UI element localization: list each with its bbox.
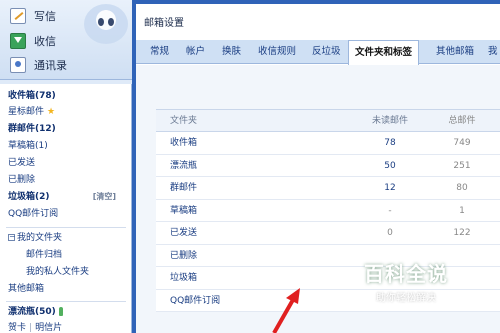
compose-label: 写信 [34, 10, 56, 23]
table-row: 草稿箱 - 1 [156, 200, 500, 222]
receive-mail-button[interactable]: 收信 [10, 31, 56, 51]
row-folder-name[interactable]: 收件箱 [170, 132, 197, 154]
row-folder-name[interactable]: 垃圾箱 [170, 267, 197, 289]
table-row: 收件箱 78 749 [156, 132, 500, 155]
row-unread[interactable]: 12 [370, 177, 410, 199]
folder-sent[interactable]: 已发送 [8, 155, 35, 171]
row-folder-name[interactable]: 群邮件 [170, 177, 197, 199]
table-header: 文件夹 未读邮件 总邮件 [156, 110, 500, 132]
compose-button[interactable]: 写信 [10, 6, 56, 26]
contacts-icon [10, 57, 26, 73]
pointer-arrow-icon [272, 288, 300, 333]
mascot-logo-icon [84, 4, 128, 44]
header-total: 总邮件 [448, 116, 476, 126]
bottle-icon [58, 307, 63, 316]
greeting-card-link[interactable]: 贺卡 [8, 323, 26, 333]
folder-group[interactable]: 群邮件(12) [8, 121, 56, 137]
tab-more[interactable]: 我 [488, 40, 498, 64]
watermark-title: 百科全说 [364, 262, 448, 286]
collapse-icon: − [8, 232, 16, 241]
sidebar: 写信 收信 通讯录 收件箱(78) 星标邮件 ★ 群邮件(12) 草稿箱(1) 已… [0, 0, 132, 333]
my-folders-label: 我的文件夹 [17, 233, 63, 243]
row-folder-name[interactable]: 已删除 [170, 245, 197, 267]
clear-spam-link[interactable]: [清空] [93, 189, 116, 205]
header-unread: 未读邮件 [371, 116, 408, 126]
divider [6, 301, 126, 302]
row-total: 122 [453, 228, 471, 238]
contacts-label: 通讯录 [34, 59, 67, 72]
folder-subscription[interactable]: QQ邮件订阅 [8, 206, 58, 222]
folder-starred-label: 星标邮件 [8, 107, 45, 117]
table-row: 已发送 0 122 [156, 222, 500, 245]
table-row: 漂流瓶 50 251 [156, 155, 500, 177]
folder-spam-label: 垃圾箱(2) [8, 192, 50, 202]
row-folder-name[interactable]: QQ邮件订阅 [170, 290, 220, 312]
row-folder-name[interactable]: 漂流瓶 [170, 155, 197, 177]
tab-general[interactable]: 常规 [150, 40, 169, 64]
star-icon: ★ [47, 107, 56, 117]
folder-drift-bottle[interactable]: 漂流瓶(50) [8, 304, 63, 320]
cards-links: 贺卡 | 明信片 [8, 323, 63, 333]
header-folder: 文件夹 [170, 116, 198, 126]
row-total: 80 [456, 183, 468, 193]
folder-drift-label: 漂流瓶(50) [8, 307, 56, 317]
tab-folders-labels[interactable]: 文件夹和标签 [348, 40, 420, 65]
row-total: 749 [453, 138, 471, 148]
page-title: 邮箱设置 [144, 18, 184, 29]
row-unread: 0 [387, 228, 393, 238]
row-folder-name[interactable]: 草稿箱 [170, 200, 197, 222]
tab-other-mailbox[interactable]: 其他邮箱 [436, 40, 474, 64]
folder-deleted[interactable]: 已删除 [8, 172, 35, 188]
tab-anti-spam[interactable]: 反垃圾 [312, 40, 341, 64]
my-folders-toggle[interactable]: −我的文件夹 [8, 230, 62, 246]
tab-skin[interactable]: 换肤 [222, 40, 241, 64]
row-folder-name[interactable]: 已发送 [170, 222, 197, 244]
row-unread[interactable]: 78 [370, 132, 410, 154]
row-unread[interactable]: 50 [370, 155, 410, 177]
pencil-icon [10, 8, 26, 24]
row-unread: - [388, 205, 392, 216]
folder-archive[interactable]: 邮件归档 [26, 247, 62, 263]
folder-personal[interactable]: 我的私人文件夹 [26, 264, 89, 280]
watermark-subtitle: 助你轻松解决 [376, 293, 436, 304]
quick-actions: 写信 收信 通讯录 [0, 0, 132, 80]
folder-other-mailbox[interactable]: 其他邮箱 [8, 281, 44, 297]
row-total: 1 [459, 205, 465, 216]
tab-account[interactable]: 帐户 [186, 40, 205, 64]
inbox-arrow-icon [10, 33, 26, 49]
folder-spam[interactable]: 垃圾箱(2) [清空] [8, 189, 124, 205]
tab-rules[interactable]: 收信规则 [258, 40, 296, 64]
watermark-logo: 百科全说 助你轻松解决 [346, 258, 466, 304]
folder-list: 收件箱(78) 星标邮件 ★ 群邮件(12) 草稿箱(1) 已发送 已删除 垃圾箱… [0, 84, 132, 333]
table-row: 群邮件 12 80 [156, 177, 500, 200]
folder-starred[interactable]: 星标邮件 ★ [8, 104, 55, 120]
folder-drafts[interactable]: 草稿箱(1) [8, 138, 48, 154]
row-total: 251 [453, 160, 471, 171]
receive-label: 收信 [34, 35, 56, 48]
settings-tabs: 常规 帐户 换肤 收信规则 反垃圾 文件夹和标签 其他邮箱 我 [136, 40, 500, 65]
divider [6, 227, 126, 228]
folder-inbox[interactable]: 收件箱(78) [8, 88, 56, 104]
postcard-link[interactable]: 明信片 [35, 323, 62, 333]
contacts-button[interactable]: 通讯录 [10, 55, 67, 75]
